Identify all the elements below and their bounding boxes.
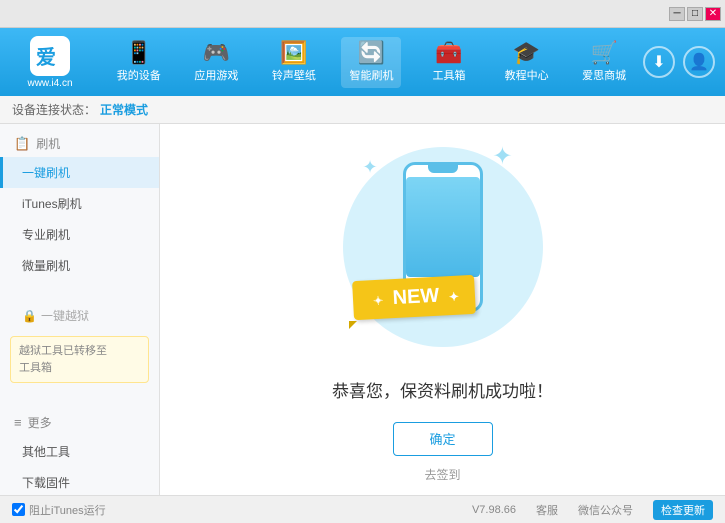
toolbox-icon: 🧰 bbox=[435, 42, 462, 64]
logo-url: www.i4.cn bbox=[27, 78, 72, 89]
jailbreak-section: 🔒 一键越狱 越狱工具已转移至工具箱 bbox=[0, 295, 159, 395]
download-firmware-label: 下载固件 bbox=[22, 476, 70, 490]
minimize-button[interactable]: ─ bbox=[669, 7, 685, 21]
check-update-button[interactable]: 检查更新 bbox=[653, 500, 713, 520]
sparkle-top-left: ✦ bbox=[363, 157, 378, 178]
phone-illustration: ✦ ✦ NEW bbox=[343, 137, 543, 357]
main-panel: ✦ ✦ NEW 恭喜您，保资料刷机成功啦！ 确定 去签到 bbox=[160, 124, 725, 495]
nav-bar: 爱 www.i4.cn 📱 我的设备 🎮 应用游戏 🖼️ 铃声壁纸 🔄 智能刷机 bbox=[0, 28, 725, 96]
ribbon-triangle bbox=[349, 321, 357, 329]
mall-label: 爱思商城 bbox=[582, 67, 626, 83]
jailbreak-info: 越狱工具已转移至工具箱 bbox=[10, 336, 149, 383]
stop-itunes-checkbox[interactable] bbox=[12, 503, 25, 516]
ringtone-label: 铃声壁纸 bbox=[272, 67, 316, 83]
content-area: 📋 刷机 一键刷机 iTunes刷机 专业刷机 微量刷机 bbox=[0, 124, 725, 495]
nav-items: 📱 我的设备 🎮 应用游戏 🖼️ 铃声壁纸 🔄 智能刷机 🧰 工具箱 🎓 bbox=[100, 37, 643, 88]
phone-notch bbox=[428, 165, 458, 173]
close-button[interactable]: ✕ bbox=[705, 7, 721, 21]
itunes-flash-label: iTunes刷机 bbox=[22, 197, 82, 211]
confirm-button[interactable]: 确定 bbox=[393, 422, 493, 456]
apps-games-label: 应用游戏 bbox=[194, 67, 238, 83]
maximize-button[interactable]: □ bbox=[687, 7, 703, 21]
service-link[interactable]: 客服 bbox=[536, 502, 558, 518]
goto-daily-link[interactable]: 去签到 bbox=[424, 466, 460, 483]
nav-item-smart-flash[interactable]: 🔄 智能刷机 bbox=[341, 37, 401, 88]
pro-flash-label: 专业刷机 bbox=[22, 228, 70, 242]
sidebar-item-pro-flash[interactable]: 专业刷机 bbox=[0, 219, 159, 250]
download-button[interactable]: ⬇ bbox=[643, 46, 675, 78]
toolbox-label: 工具箱 bbox=[433, 67, 466, 83]
more-section: ≡ 更多 其他工具 下载固件 高级功能 bbox=[0, 403, 159, 495]
flash-section-label: 刷机 bbox=[36, 135, 60, 152]
nav-right: ⬇ 👤 bbox=[643, 46, 715, 78]
jailbreak-header: 🔒 一键越狱 bbox=[0, 301, 159, 330]
sidebar: 📋 刷机 一键刷机 iTunes刷机 专业刷机 微量刷机 bbox=[0, 124, 160, 495]
flash-icon: 📋 bbox=[14, 136, 30, 152]
sidebar-item-itunes-flash[interactable]: iTunes刷机 bbox=[0, 188, 159, 219]
ringtone-icon: 🖼️ bbox=[280, 42, 307, 64]
my-device-label: 我的设备 bbox=[117, 67, 161, 83]
more-icon: ≡ bbox=[14, 415, 22, 430]
phone-screen bbox=[406, 177, 480, 277]
new-badge-text: NEW bbox=[392, 284, 440, 308]
jailbreak-label: 一键越狱 bbox=[41, 307, 89, 324]
nav-item-tutorial[interactable]: 🎓 教程中心 bbox=[497, 37, 557, 88]
my-device-icon: 📱 bbox=[125, 42, 152, 64]
tutorial-icon: 🎓 bbox=[513, 42, 540, 64]
flash-section-header: 📋 刷机 bbox=[0, 130, 159, 157]
lock-icon: 🔒 bbox=[22, 309, 37, 323]
sidebar-item-micro-flash[interactable]: 微量刷机 bbox=[0, 250, 159, 281]
version-text: V7.98.66 bbox=[472, 504, 516, 516]
tutorial-label: 教程中心 bbox=[505, 67, 549, 83]
success-text: 恭喜您，保资料刷机成功啦！ bbox=[332, 377, 553, 402]
sparkle-top-right: ✦ bbox=[492, 142, 512, 171]
logo-area[interactable]: 爱 www.i4.cn bbox=[10, 36, 90, 89]
nav-item-toolbox[interactable]: 🧰 工具箱 bbox=[419, 37, 479, 88]
user-button[interactable]: 👤 bbox=[683, 46, 715, 78]
sidebar-item-download-firmware[interactable]: 下载固件 bbox=[0, 467, 159, 495]
mall-icon: 🛒 bbox=[590, 42, 617, 64]
footer-left: 阻止iTunes运行 bbox=[12, 502, 106, 518]
sidebar-item-one-key-flash[interactable]: 一键刷机 bbox=[0, 157, 159, 188]
micro-flash-label: 微量刷机 bbox=[22, 259, 70, 273]
other-tools-label: 其他工具 bbox=[22, 445, 70, 459]
logo-icon: 爱 bbox=[30, 36, 70, 76]
stop-itunes-label: 阻止iTunes运行 bbox=[29, 502, 106, 518]
status-bar: 设备连接状态： 正常模式 bbox=[0, 96, 725, 124]
status-label: 设备连接状态： bbox=[12, 101, 96, 118]
status-value: 正常模式 bbox=[100, 101, 148, 118]
footer: 阻止iTunes运行 V7.98.66 客服 微信公众号 检查更新 bbox=[0, 495, 725, 523]
more-section-label: 更多 bbox=[28, 414, 52, 431]
svg-text:爱: 爱 bbox=[36, 46, 56, 69]
apps-games-icon: 🎮 bbox=[203, 42, 230, 64]
smart-flash-label: 智能刷机 bbox=[349, 67, 393, 83]
nav-item-my-device[interactable]: 📱 我的设备 bbox=[109, 37, 169, 88]
footer-right: V7.98.66 客服 微信公众号 检查更新 bbox=[472, 500, 713, 520]
title-bar: ─ □ ✕ bbox=[0, 0, 725, 28]
sidebar-item-other-tools[interactable]: 其他工具 bbox=[0, 436, 159, 467]
one-key-flash-label: 一键刷机 bbox=[22, 166, 70, 180]
new-ribbon: NEW bbox=[352, 274, 476, 319]
nav-item-mall[interactable]: 🛒 爱思商城 bbox=[574, 37, 634, 88]
more-section-header: ≡ 更多 bbox=[0, 409, 159, 436]
jailbreak-info-text: 越狱工具已转移至工具箱 bbox=[19, 345, 107, 374]
nav-item-apps-games[interactable]: 🎮 应用游戏 bbox=[186, 37, 246, 88]
nav-item-ringtone[interactable]: 🖼️ 铃声壁纸 bbox=[264, 37, 324, 88]
app-container: 爱 www.i4.cn 📱 我的设备 🎮 应用游戏 🖼️ 铃声壁纸 🔄 智能刷机 bbox=[0, 28, 725, 523]
wechat-link[interactable]: 微信公众号 bbox=[578, 502, 633, 518]
smart-flash-icon: 🔄 bbox=[358, 42, 385, 64]
flash-section: 📋 刷机 一键刷机 iTunes刷机 专业刷机 微量刷机 bbox=[0, 124, 159, 287]
window-controls: ─ □ ✕ bbox=[669, 7, 721, 21]
